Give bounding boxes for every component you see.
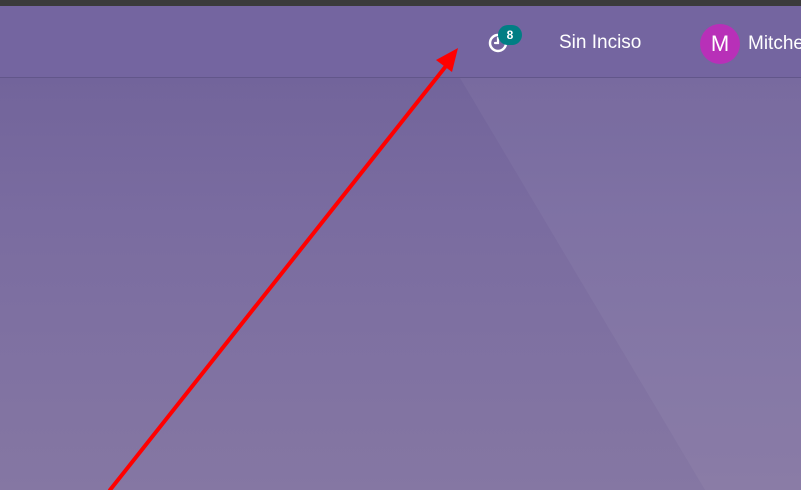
avatar: M [700,24,740,64]
screen: 8 Sin Inciso M Mitche [0,0,801,490]
top-navbar [0,6,801,78]
background-light-wedge [460,78,801,490]
activity-count-badge: 8 [498,25,522,45]
user-name: Mitche [748,33,801,54]
annotation-arrow-shaft [108,64,448,490]
company-switcher[interactable]: Sin Inciso [559,32,641,54]
